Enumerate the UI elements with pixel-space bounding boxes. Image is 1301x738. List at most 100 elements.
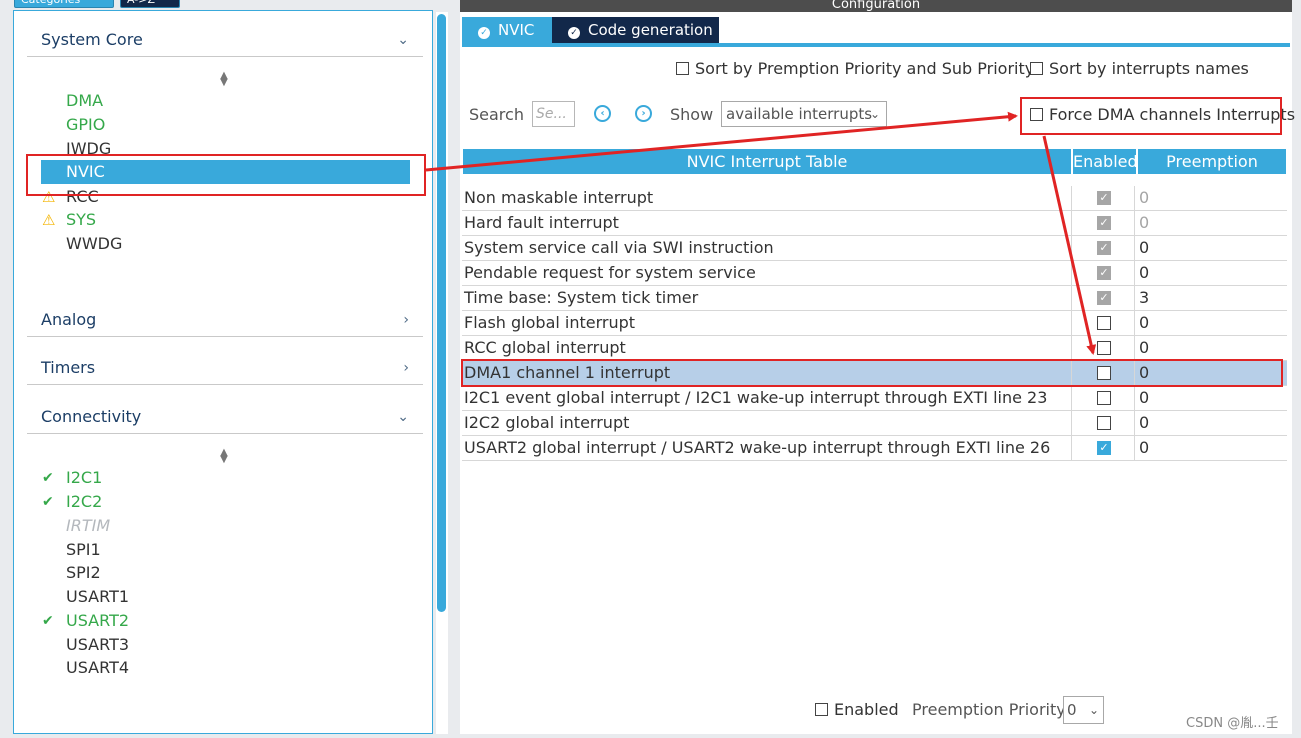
configuration-title: Configuration (831, 0, 921, 12)
search-label: Search (469, 105, 524, 124)
table-row[interactable]: RCC global interrupt 0 (462, 336, 1287, 361)
checkbox-box[interactable] (1030, 62, 1043, 75)
table-row[interactable]: USART2 global interrupt / USART2 wake-up… (462, 436, 1287, 461)
item-label: DMA (66, 91, 104, 110)
priority-cell[interactable]: 0 (1139, 336, 1149, 360)
select-value: available interrupts (726, 105, 873, 123)
enabled-checkbox: ✓ (1097, 191, 1111, 205)
item-label: SYS (66, 210, 97, 229)
bottom-priority-select[interactable]: 0 ⌄ (1063, 696, 1104, 724)
table-row[interactable]: Hard fault interrupt ✓ 0 (462, 211, 1287, 236)
tab-nvic[interactable]: ✓ NVIC (462, 17, 552, 43)
column-header-interrupt[interactable]: NVIC Interrupt Table (463, 149, 1071, 174)
sidebar-item-wwdg[interactable]: WWDG (66, 233, 122, 255)
chevron-left-icon: ‹ (600, 108, 605, 119)
priority-cell[interactable]: 0 (1139, 311, 1149, 335)
tab-label: NVIC (498, 21, 535, 39)
select-value: 0 (1067, 701, 1077, 719)
checkbox-box[interactable] (815, 703, 828, 716)
sidebar-item-spi2[interactable]: SPI2 (66, 562, 101, 584)
bottom-enabled-checkbox[interactable]: Enabled (815, 699, 899, 721)
sidebar-item-usart2[interactable]: ✔ USART2 (42, 610, 129, 632)
table-row[interactable]: System service call via SWI instruction ✓… (462, 236, 1287, 261)
table-row[interactable]: Pendable request for system service ✓ 0 (462, 261, 1287, 286)
sidebar-item-gpio[interactable]: GPIO (66, 114, 105, 136)
tab-a-to-z[interactable]: A->Z (120, 0, 180, 8)
sidebar-item-i2c2[interactable]: ✔ I2C2 (42, 491, 103, 513)
watermark: CSDN @胤...壬 (1186, 716, 1279, 731)
item-label: I2C2 (66, 492, 103, 511)
item-label: GPIO (66, 115, 106, 134)
sort-icon[interactable]: ▲ ▼ (218, 448, 230, 465)
priority-cell[interactable]: 0 (1139, 211, 1149, 235)
checkbox-box[interactable] (676, 62, 689, 75)
interrupt-name: I2C1 event global interrupt / I2C1 wake-… (464, 388, 1048, 407)
tab-label: Code generation (588, 21, 713, 39)
section-connectivity[interactable]: Connectivity ⌄ (27, 402, 423, 434)
table-row[interactable]: I2C1 event global interrupt / I2C1 wake-… (462, 386, 1287, 411)
interrupt-name: Non maskable interrupt (464, 188, 654, 207)
chevron-down-icon: ⌄ (1088, 703, 1099, 717)
check-icon: ✔ (42, 494, 54, 510)
sidebar-item-spi1[interactable]: SPI1 (66, 539, 101, 561)
table-row[interactable]: I2C2 global interrupt 0 (462, 411, 1287, 436)
item-label: I2C1 (66, 468, 103, 487)
enabled-cell: ✓ (1071, 261, 1135, 285)
enabled-cell: ✓ (1071, 211, 1135, 235)
section-label: Connectivity (41, 407, 142, 426)
checkbox-label: Sort by interrupts names (1049, 59, 1249, 78)
sidebar-item-sys[interactable]: ⚠ SYS (42, 209, 97, 231)
left-scrollbar-thumb[interactable] (437, 14, 446, 612)
priority-cell[interactable]: 0 (1139, 436, 1149, 460)
sort-by-names-checkbox[interactable]: Sort by interrupts names (1030, 59, 1249, 79)
column-header-preemption-priority[interactable]: Preemption Priority (1138, 149, 1286, 196)
sidebar-item-usart3[interactable]: USART3 (66, 634, 129, 656)
enabled-checkbox[interactable] (1097, 391, 1111, 405)
enabled-checkbox[interactable] (1097, 316, 1111, 330)
tab-categories[interactable]: Categories (14, 0, 114, 8)
table-row[interactable]: Time base: System tick timer ✓ 3 (462, 286, 1287, 311)
enabled-checkbox[interactable]: ✓ (1097, 441, 1111, 455)
enabled-checkbox: ✓ (1097, 216, 1111, 230)
item-label: WWDG (66, 234, 123, 253)
priority-cell[interactable]: 0 (1139, 186, 1149, 210)
table-row[interactable]: Flash global interrupt 0 (462, 311, 1287, 336)
priority-cell[interactable]: 0 (1139, 261, 1149, 285)
priority-cell[interactable]: 0 (1139, 386, 1149, 410)
interrupt-name: System service call via SWI instruction (464, 238, 774, 257)
show-filter-select[interactable]: available interrupts ⌄ (721, 101, 887, 127)
interrupt-name: Hard fault interrupt (464, 213, 619, 232)
item-label: USART4 (66, 658, 130, 677)
table-row[interactable]: Non maskable interrupt ✓ 0 (462, 186, 1287, 211)
sidebar-item-irtim[interactable]: IRTIM (66, 515, 110, 537)
enabled-cell: ✓ (1071, 286, 1135, 310)
sidebar-item-i2c1[interactable]: ✔ I2C1 (42, 467, 103, 489)
priority-cell[interactable]: 3 (1139, 286, 1149, 310)
tab-code-generation[interactable]: ✓ Code generation (552, 17, 719, 43)
enabled-checkbox[interactable] (1097, 416, 1111, 430)
enabled-checkbox[interactable] (1097, 341, 1111, 355)
sidebar-item-usart1[interactable]: USART1 (66, 586, 129, 608)
priority-cell[interactable]: 0 (1139, 236, 1149, 260)
sort-icon[interactable]: ▲ ▼ (218, 71, 230, 88)
annotation-box-force-dma (1020, 97, 1282, 135)
sidebar-item-usart4[interactable]: USART4 (66, 657, 129, 679)
enabled-cell (1071, 386, 1135, 410)
section-analog[interactable]: Analog › (27, 305, 423, 337)
search-input[interactable] (532, 101, 575, 127)
interrupt-name: Flash global interrupt (464, 313, 636, 332)
interrupt-name: Time base: System tick timer (464, 288, 699, 307)
search-next-button[interactable]: › (635, 105, 652, 122)
priority-cell[interactable]: 0 (1139, 411, 1149, 435)
section-system-core[interactable]: System Core ⌄ (27, 25, 423, 57)
sidebar-item-dma[interactable]: DMA (66, 90, 103, 112)
interrupt-name: RCC global interrupt (464, 338, 626, 357)
enabled-cell (1071, 336, 1135, 360)
column-header-enabled[interactable]: Enabled (1073, 149, 1138, 174)
check-circle-icon: ✓ (478, 27, 490, 39)
annotation-box-nvic (26, 154, 426, 196)
section-timers[interactable]: Timers › (27, 353, 423, 385)
search-previous-button[interactable]: ‹ (594, 105, 611, 122)
warning-icon: ⚠ (42, 211, 56, 229)
sort-by-preemption-checkbox[interactable]: Sort by Premption Priority and Sub Prior… (676, 59, 1034, 79)
